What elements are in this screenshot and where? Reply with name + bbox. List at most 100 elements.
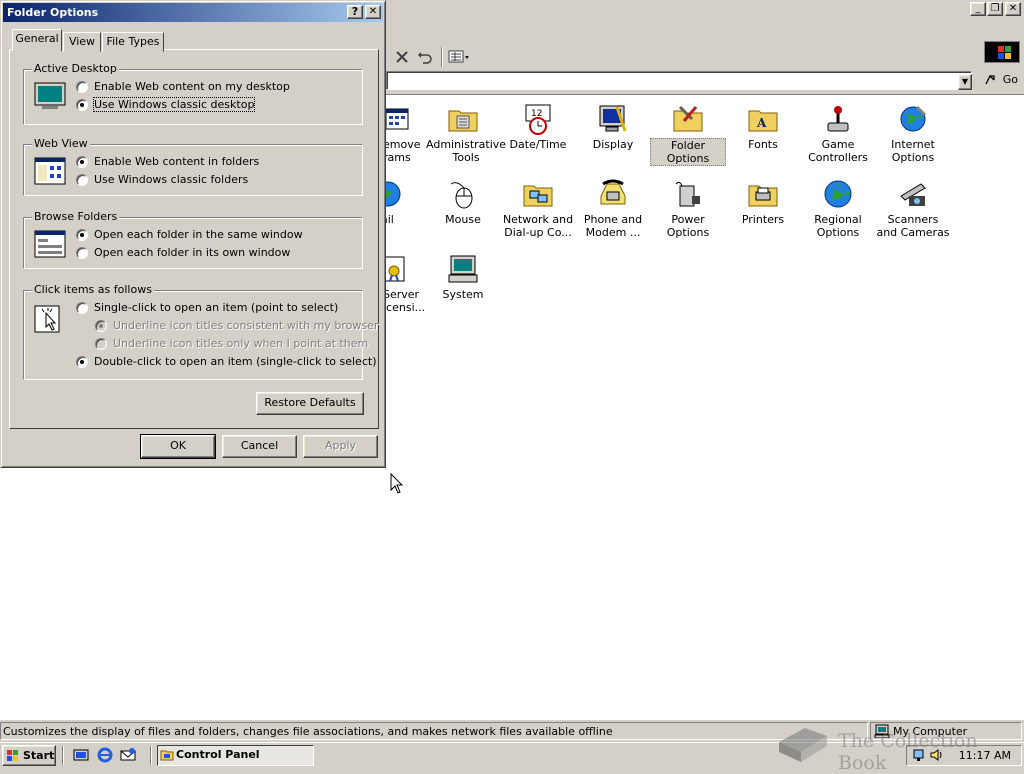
scanners-cameras-icon [897,178,929,210]
regional-options-item[interactable]: Regional Options [800,172,876,239]
radio-button[interactable] [76,156,88,168]
radio-label: Use Windows classic folders [94,173,249,186]
radio-classic-desktop[interactable]: Use Windows classic desktop [76,97,256,114]
game-controllers-icon [822,103,854,135]
radio-same-window[interactable]: Open each folder in the same window [76,228,303,244]
radio-web-folders[interactable]: Enable Web content in folders [76,155,259,171]
monitor-icon [34,82,66,109]
dialog-title-bar[interactable]: Folder Options ? ✕ [3,3,383,22]
folder-options-icon [672,103,704,135]
taskbar-task-label: Control Panel [176,748,260,761]
system-tray: 11:17 AM [906,745,1022,766]
radio-button[interactable] [95,338,107,350]
server-licensing-item[interactable]: Server icensi... [382,247,426,314]
maximize-button[interactable]: ❐ [987,2,1003,16]
radio-button[interactable] [76,247,88,259]
radio-label: Single-click to open an item (point to s… [94,301,339,314]
radio-button[interactable] [95,320,107,332]
radio-button[interactable] [76,356,88,368]
network-icon [522,178,554,210]
network-tray-icon[interactable] [913,748,927,762]
svg-text:A: A [756,116,767,130]
display-item[interactable]: Display [575,97,651,151]
internet-options-label: Internet Options [891,138,935,164]
system-icon [447,253,479,285]
fonts-icon: A [747,103,779,135]
ok-button[interactable]: OK [140,434,216,459]
radio-button[interactable] [76,81,88,93]
close-button[interactable]: ✕ [1005,2,1021,16]
status-zone: My Computer [870,722,1022,740]
apply-button[interactable]: Apply [303,435,378,458]
web-view-title: Web View [32,137,90,150]
start-button[interactable]: Start [2,745,56,766]
folder-options-item[interactable]: Folder Options [650,97,726,166]
scanners-cameras-item[interactable]: Scanners and Cameras [875,172,951,239]
tab-file-types[interactable]: File Types [102,32,164,52]
internet-options-item[interactable]: Internet Options [875,97,951,164]
date-time-item[interactable]: 12 Date/Time [500,97,576,151]
outlook-express-icon[interactable] [120,747,136,763]
radio-enable-web-desktop[interactable]: Enable Web content on my desktop [76,80,290,96]
phone-modem-label: Phone and Modem ... [583,213,643,239]
minimize-button[interactable]: _ [970,2,986,16]
tab-view[interactable]: View [63,32,101,52]
game-controllers-label: Game Controllers [808,138,868,164]
radio-label: Open each folder in its own window [94,246,291,259]
address-bar: ▼ Go [386,70,1024,92]
server-licensing-icon [382,253,414,285]
taskbar-button-control-panel[interactable]: Control Panel [157,745,314,766]
network-label: Network and Dial-up Co... [502,213,574,239]
regional-options-icon [822,178,854,210]
scanners-cameras-label: Scanners and Cameras [876,213,950,239]
radio-double-click[interactable]: Double-click to open an item (single-cli… [76,355,376,371]
start-label: Start [23,749,55,762]
undo-icon[interactable] [417,49,433,65]
radio-underline-point[interactable]: Underline icon titles only when I point … [95,337,368,353]
regional-options-label: Regional Options [814,213,862,239]
radio-own-window[interactable]: Open each folder in its own window [76,246,290,262]
radio-button[interactable] [76,302,88,314]
mouse-icon [447,178,479,210]
click-items-title: Click items as follows [32,283,154,296]
close-icon[interactable]: ✕ [365,5,381,19]
views-icon[interactable] [448,49,470,65]
administrative-tools-item[interactable]: Administrative Tools [425,97,506,164]
show-desktop-icon[interactable] [73,747,89,763]
radio-single-click[interactable]: Single-click to open an item (point to s… [76,301,338,317]
radio-button[interactable] [76,174,88,186]
help-icon[interactable]: ? [347,5,363,19]
address-field[interactable]: ▼ [386,71,972,90]
network-item[interactable]: Network and Dial-up Co... [500,172,576,239]
radio-underline-browser[interactable]: Underline icon titles consistent with my… [95,319,378,335]
game-controllers-item[interactable]: Game Controllers [800,97,876,164]
internet-explorer-icon[interactable] [97,747,113,763]
printers-item[interactable]: Printers [725,172,801,226]
taskbar-separator [62,746,64,765]
dialog-title: Folder Options [7,6,99,19]
mouse-item[interactable]: Mouse [425,172,501,226]
system-item[interactable]: System [425,247,501,301]
status-text: Customizes the display of files and fold… [0,722,868,740]
server-licensing-label: Server icensi... [383,288,426,314]
radio-button[interactable] [76,99,88,111]
volume-icon[interactable] [929,748,943,762]
printers-icon [747,178,779,210]
restore-defaults-button[interactable]: Restore Defaults [256,392,364,415]
delete-icon[interactable] [394,49,410,65]
power-options-icon [672,178,704,210]
chevron-down-icon[interactable]: ▼ [958,74,972,90]
radio-classic-folders[interactable]: Use Windows classic folders [76,173,248,189]
system-label: System [442,288,484,301]
phone-modem-item[interactable]: Phone and Modem ... [575,172,651,239]
folder-options-dialog: Folder Options ? ✕ General View File Typ… [0,0,386,468]
folder-options-label: Folder Options [650,138,726,166]
go-button[interactable]: Go [978,71,1022,90]
power-options-item[interactable]: Power Options [650,172,726,239]
tab-general[interactable]: General [12,29,62,51]
cancel-button[interactable]: Cancel [222,435,297,458]
mouse-cursor-icon [390,473,404,494]
pointer-click-icon [34,305,60,333]
radio-button[interactable] [76,229,88,241]
fonts-item[interactable]: A Fonts [725,97,801,151]
